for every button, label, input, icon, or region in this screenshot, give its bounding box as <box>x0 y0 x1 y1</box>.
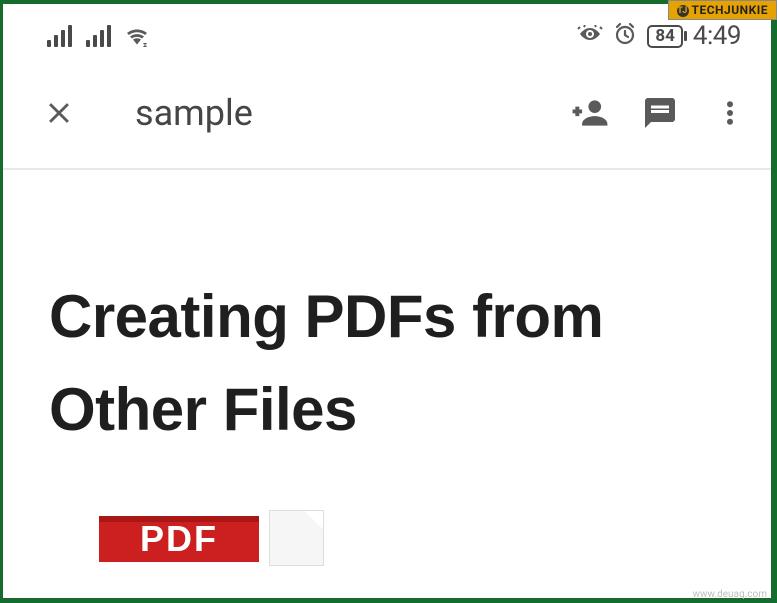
status-right: 84 4:49 <box>577 21 741 51</box>
pdf-icon: PDF <box>99 516 269 576</box>
phone-frame: 84 4:49 sample <box>3 4 771 598</box>
app-bar: sample <box>3 58 771 170</box>
url-watermark: www.deuaq.com <box>693 589 768 600</box>
eye-icon <box>577 25 603 47</box>
app-bar-actions <box>569 92 751 134</box>
brand-watermark: TJTECHJUNKIE <box>668 0 777 20</box>
document-title: sample <box>135 92 569 134</box>
add-person-icon[interactable] <box>569 92 611 134</box>
battery-indicator: 84 <box>647 25 683 48</box>
document-heading: Creating PDFs from Other Files <box>49 270 725 456</box>
document-content[interactable]: Creating PDFs from Other Files PDF <box>3 170 771 576</box>
status-left <box>47 25 149 47</box>
clock: 4:49 <box>693 21 741 51</box>
comment-icon[interactable] <box>639 92 681 134</box>
close-icon[interactable] <box>39 93 79 133</box>
alarm-icon <box>613 22 637 50</box>
signal-icon-1 <box>47 25 72 47</box>
more-icon[interactable] <box>709 92 751 134</box>
signal-icon-2 <box>86 25 111 47</box>
status-bar: 84 4:49 <box>3 4 771 58</box>
wifi-icon <box>125 27 149 47</box>
